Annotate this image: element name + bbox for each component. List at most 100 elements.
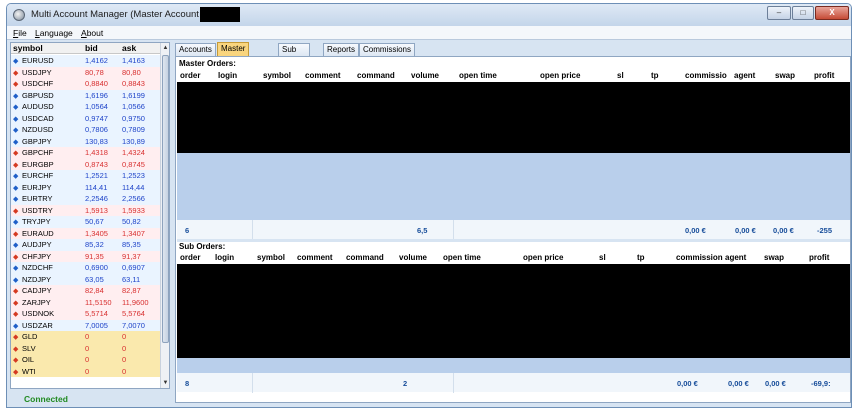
s-col-profit[interactable]: profit	[809, 253, 829, 262]
quote-bid: 0	[85, 343, 90, 353]
s-col-agent[interactable]: agent	[725, 253, 746, 262]
quote-row[interactable]: ◆ USDTRY 1,5913 1,5933	[11, 204, 161, 216]
app-icon	[13, 9, 25, 21]
m-col-sl[interactable]: sl	[617, 71, 624, 80]
s-col-symbol[interactable]: symbol	[257, 253, 285, 262]
quote-row[interactable]: ◆ EURGBP 0,8743 0,8745	[11, 158, 161, 170]
quote-row[interactable]: ◆ SLV 0 0	[11, 342, 161, 354]
quote-row[interactable]: ◆ USDNOK 5,5714 5,5764	[11, 308, 161, 320]
quote-symbol: GBPJPY	[22, 136, 52, 146]
m-col-order[interactable]: order	[180, 71, 200, 80]
quote-row[interactable]: ◆ EURUSD 1,4162 1,4163	[11, 55, 161, 67]
scroll-down-icon[interactable]: ▼	[161, 378, 169, 388]
quote-row[interactable]: ◆ USDZAR 7,0005 7,0070	[11, 319, 161, 331]
quote-symbol: EURCHF	[22, 171, 54, 180]
tab-sub-orders[interactable]: Sub Orders	[278, 43, 311, 66]
quote-symbol: GLD	[22, 332, 38, 341]
menu-file[interactable]: File	[13, 26, 27, 40]
quote-row[interactable]: ◆ EURCHF 1,2521 1,2523	[11, 170, 161, 182]
s-col-order[interactable]: order	[180, 253, 200, 262]
s-col-swap[interactable]: swap	[764, 253, 784, 262]
quote-row[interactable]: ◆ USDCHF 0,8840 0,8843	[11, 78, 161, 90]
m-col-open-price[interactable]: open price	[540, 71, 580, 80]
s-col-open-time[interactable]: open time	[443, 253, 481, 262]
menu-language[interactable]: Language	[35, 26, 73, 40]
scroll-thumb[interactable]	[162, 55, 169, 343]
col-ask[interactable]: ask	[122, 43, 136, 53]
quote-row[interactable]: ◆ OIL 0 0	[11, 354, 161, 366]
s-col-tp[interactable]: tp	[637, 253, 645, 262]
quote-ask: 1,3407	[122, 228, 145, 238]
minimize-button[interactable]: –	[767, 6, 791, 20]
col-symbol[interactable]: symbol	[13, 43, 43, 53]
s-col-comment[interactable]: comment	[297, 253, 333, 262]
m-col-commission[interactable]: commissio	[685, 71, 727, 80]
s-col-login[interactable]: login	[215, 253, 234, 262]
quote-symbol: USDCHF	[22, 79, 54, 88]
m-col-symbol[interactable]: symbol	[263, 71, 291, 80]
m-col-agent[interactable]: agent	[734, 71, 755, 80]
quote-row[interactable]: ◆ CHFJPY 91,35 91,37	[11, 250, 161, 262]
quote-row[interactable]: ◆ EURJPY 114,41 114,44	[11, 181, 161, 193]
m-col-tp[interactable]: tp	[651, 71, 659, 80]
quote-ask: 0,8843	[122, 79, 145, 88]
quote-bid: 0,9747	[85, 113, 108, 123]
quote-bid: 0,8840	[85, 79, 108, 88]
quote-row[interactable]: ◆ GLD 0 0	[11, 331, 161, 343]
quote-row[interactable]: ◆ AUDJPY 85,32 85,35	[11, 239, 161, 251]
quote-row[interactable]: ◆ USDCAD 0,9747 0,9750	[11, 112, 161, 124]
quote-row[interactable]: ◆ WTI 0 0	[11, 365, 161, 377]
scroll-up-icon[interactable]: ▲	[161, 43, 169, 53]
tab-accounts[interactable]: Accounts	[175, 43, 216, 56]
s-col-command[interactable]: command	[346, 253, 384, 262]
m-col-command[interactable]: command	[357, 71, 395, 80]
splitter[interactable]	[177, 239, 850, 242]
tab-commissions[interactable]: Commissions	[359, 43, 416, 56]
m-col-swap[interactable]: swap	[775, 71, 795, 80]
quote-ask: 85,35	[122, 240, 141, 249]
quote-row[interactable]: ◆ NZDUSD 0,7806 0,7809	[11, 124, 161, 136]
window-title: Multi Account Manager (Master Account	[31, 9, 199, 20]
quote-bid: 7,0005	[85, 320, 108, 330]
quote-bid: 1,3405	[85, 228, 108, 238]
maximize-button[interactable]: □	[792, 6, 814, 20]
s-col-commission[interactable]: commission	[676, 253, 723, 262]
tab-reports[interactable]: Reports	[323, 43, 360, 56]
col-bid[interactable]: bid	[85, 43, 98, 53]
m-col-login[interactable]: login	[218, 71, 237, 80]
quote-row[interactable]: ◆ NZDJPY 63,05 63,11	[11, 273, 161, 285]
quote-row[interactable]: ◆ GBPJPY 130,83 130,89	[11, 135, 161, 147]
m-col-volume[interactable]: volume	[411, 71, 439, 80]
quote-row[interactable]: ◆ AUDUSD 1,0564 1,0566	[11, 101, 161, 113]
quote-row[interactable]: ◆ GBPCHF 1,4318 1,4324	[11, 147, 161, 159]
title-bar[interactable]: Multi Account Manager (Master Account – …	[7, 4, 851, 26]
tab-master-orders[interactable]: Master Orders	[217, 42, 250, 65]
quote-ask: 1,5933	[122, 205, 145, 215]
quote-row[interactable]: ◆ EURTRY 2,2546 2,2566	[11, 193, 161, 205]
m-col-profit[interactable]: profit	[814, 71, 834, 80]
quote-row[interactable]: ◆ NZDCHF 0,6900 0,6907	[11, 262, 161, 274]
close-button[interactable]: X	[815, 6, 849, 20]
menu-about[interactable]: About	[81, 26, 103, 40]
s-col-volume[interactable]: volume	[399, 253, 427, 262]
quote-row[interactable]: ◆ USDJPY 80,78 80,80	[11, 66, 161, 78]
quote-symbol: EURGBP	[22, 159, 54, 169]
quotes-scrollbar[interactable]: ▲ ▼	[160, 43, 169, 388]
quote-row[interactable]: ◆ EURAUD 1,3405 1,3407	[11, 227, 161, 239]
quote-row[interactable]: ◆ ZARJPY 11,5150 11,9600	[11, 296, 161, 308]
quote-row[interactable]: ◆ TRYJPY 50,67 50,82	[11, 216, 161, 228]
quote-row[interactable]: ◆ GBPUSD 1,6196 1,6199	[11, 89, 161, 101]
m-col-comment[interactable]: comment	[305, 71, 341, 80]
quote-ask: 82,87	[122, 286, 141, 295]
quote-ask: 1,0566	[122, 102, 145, 111]
m-col-open-time[interactable]: open time	[459, 71, 497, 80]
quote-row[interactable]: ◆ CADJPY 82,84 82,87	[11, 285, 161, 297]
quote-bid: 0	[85, 332, 90, 341]
quote-symbol: GBPCHF	[22, 148, 54, 157]
quote-ask: 50,82	[122, 217, 141, 226]
master-orders-empty-area	[177, 153, 850, 219]
quote-ask: 1,6199	[122, 90, 145, 100]
quote-bid: 114,41	[85, 182, 108, 192]
s-col-open-price[interactable]: open price	[523, 253, 563, 262]
s-col-sl[interactable]: sl	[599, 253, 606, 262]
